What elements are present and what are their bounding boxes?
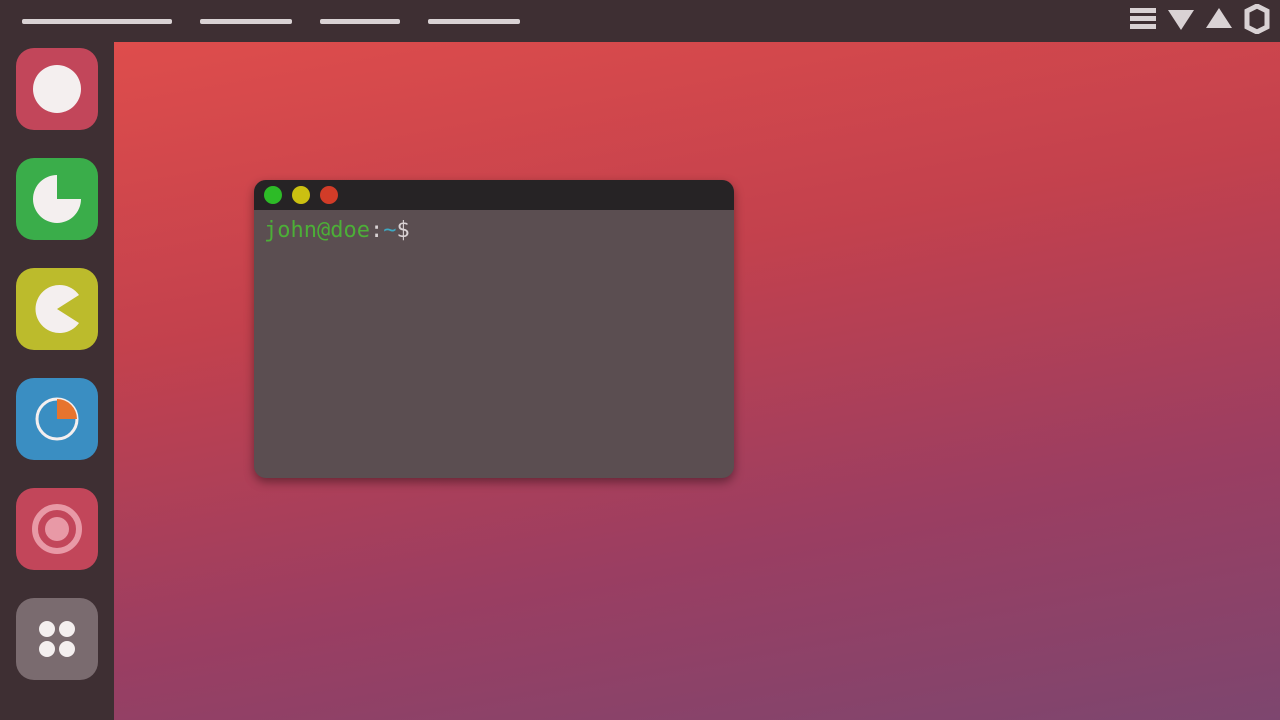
window-maximize-button[interactable] [292,186,310,204]
prompt-path: ~ [383,218,396,243]
triangle-down-icon[interactable] [1166,4,1196,39]
menu-item-3[interactable] [320,19,400,24]
dock-app-1[interactable] [16,48,98,130]
window-minimize-button[interactable] [264,186,282,204]
terminal-body[interactable]: john@doe:~$ [254,210,734,251]
dock-app-4[interactable] [16,378,98,460]
four-dots-icon [29,611,85,667]
dock-app-5[interactable] [16,488,98,570]
launcher-dock [0,42,114,720]
dock-app-grid[interactable] [16,598,98,680]
top-panel [0,0,1280,42]
menu-item-1[interactable] [22,19,172,24]
prompt-symbol: $ [396,218,409,243]
menu-item-4[interactable] [428,19,520,24]
pie-quarter-icon [29,171,85,227]
desktop-background: john@doe:~$ [114,42,1280,720]
terminal-window[interactable]: john@doe:~$ [254,180,734,478]
triangle-up-icon[interactable] [1204,4,1234,39]
menu-item-2[interactable] [200,19,292,24]
pie-ring-slice-icon [29,391,85,447]
circle-solid-icon [29,61,85,117]
prompt-user: john@doe [264,218,370,243]
gear-icon[interactable] [1242,4,1272,39]
window-close-button[interactable] [320,186,338,204]
hamburger-icon[interactable] [1128,4,1158,39]
system-indicators [1128,0,1272,42]
top-menu-group [0,19,520,24]
terminal-titlebar[interactable] [254,180,734,210]
pacman-icon [29,281,85,337]
prompt-separator: : [370,218,383,243]
dock-app-2[interactable] [16,158,98,240]
ring-dot-icon [29,501,85,557]
dock-app-3[interactable] [16,268,98,350]
